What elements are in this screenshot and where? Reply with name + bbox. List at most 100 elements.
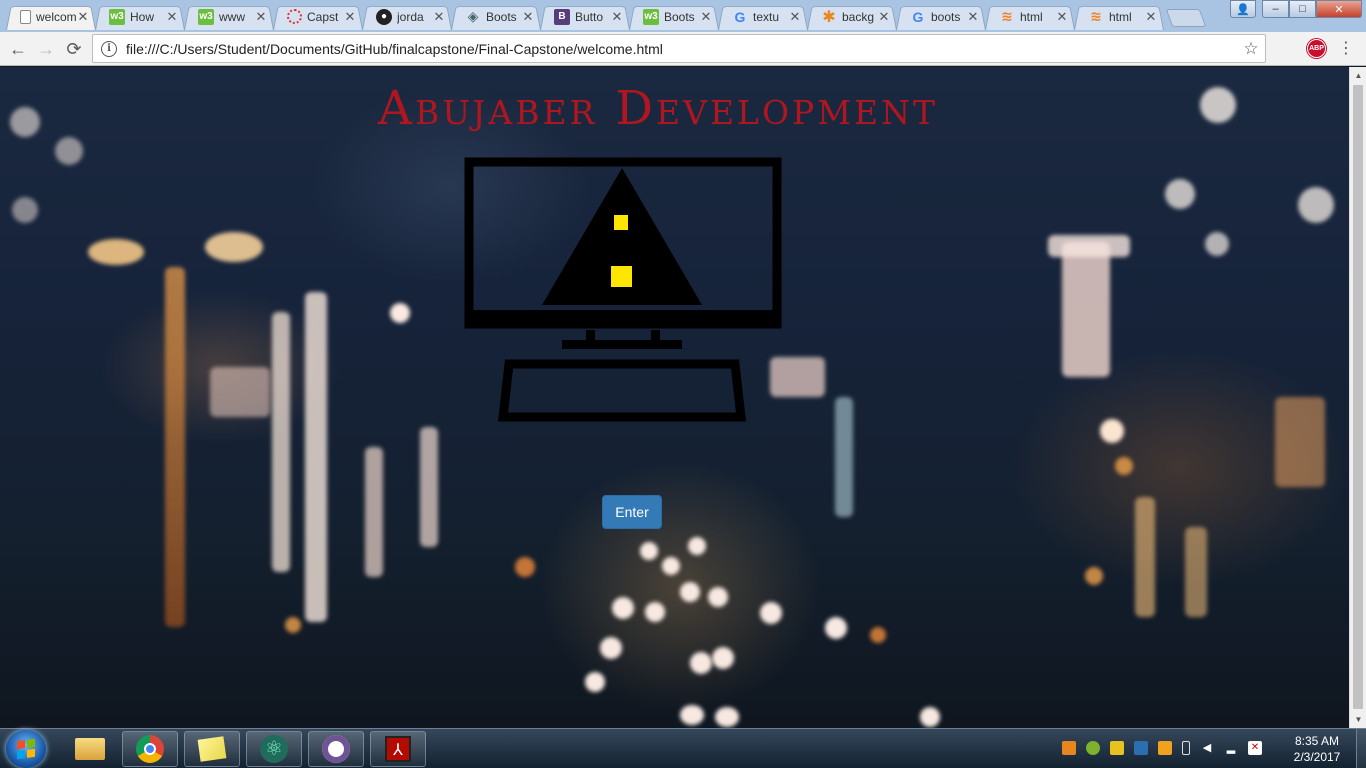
explorer-icon[interactable] [62, 731, 118, 767]
close-icon[interactable]: ✕ [610, 9, 624, 25]
menu-icon[interactable]: ⋮ [1336, 39, 1356, 59]
bokeh-light [680, 705, 704, 725]
tab-bootstrap-w3[interactable]: w3 Boots ✕ [629, 3, 719, 30]
github-desktop-icon[interactable] [308, 731, 364, 767]
close-icon[interactable]: ✕ [877, 9, 891, 25]
action-center-flag-icon[interactable]: ✕ [1248, 741, 1262, 755]
network-app-icon[interactable] [1134, 741, 1148, 755]
tab-www[interactable]: w3 www ✕ [184, 3, 274, 30]
bokeh-light [1115, 457, 1133, 475]
tab-bootstrap-google[interactable]: G boots ✕ [896, 3, 986, 30]
bokeh-light [688, 537, 706, 555]
close-icon[interactable]: ✕ [788, 9, 802, 25]
loading-icon [287, 9, 302, 24]
tray-app-icon[interactable] [1110, 741, 1124, 755]
tab-jordan[interactable]: ● jorda ✕ [362, 3, 452, 30]
close-icon[interactable]: ✕ [1055, 9, 1069, 25]
monitor-base [562, 340, 682, 349]
tab-label: backg [842, 9, 875, 24]
tab-label: html [1109, 9, 1132, 24]
tray-app-icon[interactable] [1062, 741, 1076, 755]
scroll-thumb[interactable] [1353, 85, 1363, 709]
tab-bootsnipp[interactable]: ◈ Boots ✕ [451, 3, 541, 30]
scroll-up-arrow-icon[interactable]: ▲ [1350, 67, 1366, 84]
close-window-button[interactable]: ✕ [1316, 0, 1362, 18]
light-streak [165, 267, 185, 627]
light-streak [1275, 397, 1325, 487]
new-tab-button[interactable] [1165, 9, 1207, 27]
close-icon[interactable]: ✕ [699, 9, 713, 25]
close-icon[interactable]: ✕ [1144, 9, 1158, 25]
sticky-notes-icon[interactable] [184, 731, 240, 767]
system-tray: ◀ ▂ ✕ [1062, 741, 1272, 755]
back-icon[interactable]: ← [6, 37, 30, 61]
chrome-icon[interactable] [122, 731, 178, 767]
tab-label: boots [931, 9, 961, 24]
signal-icon[interactable]: ▂ [1224, 741, 1238, 755]
close-icon[interactable]: ✕ [165, 9, 179, 25]
bokeh-light [680, 582, 700, 602]
bookmark-star-icon[interactable]: ☆ [1237, 39, 1265, 59]
light-streak [305, 292, 327, 622]
close-icon[interactable]: ✕ [254, 9, 268, 25]
acrobat-icon[interactable]: ⅄ [370, 731, 426, 767]
user-icon[interactable]: 👤 [1230, 0, 1256, 18]
bokeh-light [712, 647, 734, 669]
atom-icon[interactable]: ⚛ [246, 731, 302, 767]
address-bar[interactable]: i file:///C:/Users/Student/Documents/Git… [92, 34, 1266, 63]
bokeh-light [1100, 419, 1124, 443]
close-icon[interactable]: ✕ [966, 9, 980, 25]
reload-icon[interactable]: ⟳ [62, 37, 86, 61]
tab-label: www [219, 9, 245, 24]
bokeh-light [55, 137, 83, 165]
windows-taskbar: ⚛ ⅄ ◀ ▂ ✕ 8:35 AM 2/3/2017 [0, 728, 1366, 768]
bokeh-light [1085, 567, 1103, 585]
taskbar-clock[interactable]: 8:35 AM 2/3/2017 [1282, 733, 1352, 765]
yellow-square-small [614, 215, 628, 230]
address-url[interactable]: file:///C:/Users/Student/Documents/GitHu… [126, 41, 1237, 57]
vertical-scrollbar[interactable]: ▲ ▼ [1349, 67, 1366, 728]
maximize-button[interactable]: □ [1289, 0, 1316, 18]
tab-welcome[interactable]: welcome ✕ [6, 3, 96, 30]
tab-html-2[interactable]: ≋ html ✕ [1074, 3, 1164, 30]
tab-how[interactable]: w3 How ✕ [95, 3, 185, 30]
minimize-button[interactable]: – [1262, 0, 1289, 18]
light-streak [1185, 527, 1207, 617]
tray-app-icon[interactable] [1086, 741, 1100, 755]
close-icon[interactable]: ✕ [521, 9, 535, 25]
stackoverflow-icon: ≋ [1090, 8, 1102, 24]
bokeh-light [12, 197, 38, 223]
close-icon[interactable]: ✕ [432, 9, 446, 25]
tab-capstone[interactable]: Capst ✕ [273, 3, 363, 30]
info-icon[interactable]: i [101, 40, 117, 57]
tab-label: Boots [486, 9, 517, 24]
tab-label: welcome [36, 9, 76, 24]
tab-list: welcome ✕ w3 How ✕ w3 www ✕ Capst ✕ ● jo… [6, 3, 1207, 31]
stackoverflow-icon: ≋ [1001, 8, 1013, 24]
start-button[interactable] [6, 730, 46, 768]
tab-buttons[interactable]: B Butto ✕ [540, 3, 630, 30]
bokeh-light [515, 557, 535, 577]
tab-texture[interactable]: G textu ✕ [718, 3, 808, 30]
volume-icon[interactable]: ◀ [1200, 741, 1214, 755]
adblock-extension-icon[interactable]: ABP [1307, 39, 1326, 58]
light-streak [210, 367, 270, 417]
tab-html-1[interactable]: ≋ html ✕ [985, 3, 1075, 30]
scroll-down-arrow-icon[interactable]: ▼ [1350, 711, 1366, 728]
forward-icon[interactable]: → [34, 37, 58, 61]
tab-background[interactable]: ✱ backg ✕ [807, 3, 897, 30]
close-icon[interactable]: ✕ [76, 9, 90, 25]
bokeh-light [708, 587, 728, 607]
enter-button[interactable]: Enter [602, 495, 662, 529]
site-title: Abujaber Development [378, 81, 938, 136]
tab-label: html [1020, 9, 1043, 24]
window-controls: 👤 – □ ✕ [1230, 0, 1362, 18]
close-icon[interactable]: ✕ [343, 9, 357, 25]
light-streak [1062, 242, 1110, 377]
keyboard-shape [497, 359, 747, 422]
battery-icon[interactable] [1182, 741, 1190, 755]
bokeh-light [205, 232, 263, 262]
show-desktop-button[interactable] [1356, 729, 1366, 768]
light-streak [365, 447, 383, 577]
tray-app-icon[interactable] [1158, 741, 1172, 755]
